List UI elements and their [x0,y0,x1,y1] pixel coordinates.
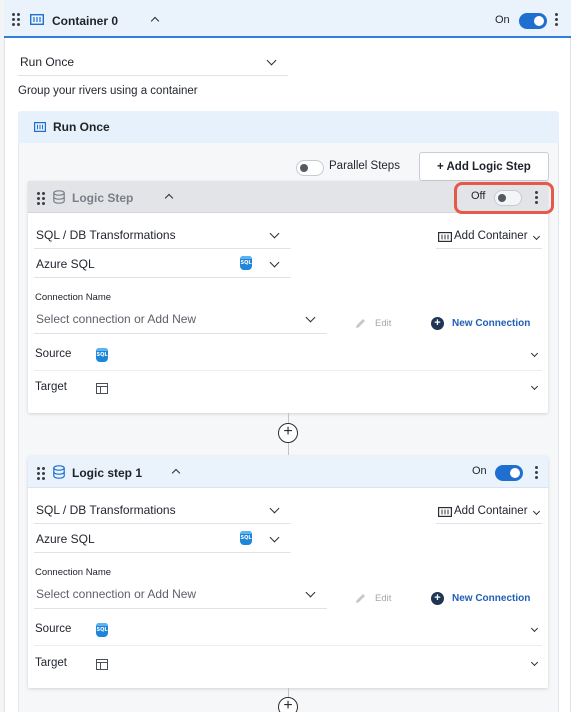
transformation-type-value: SQL / DB Transformations [36,503,176,517]
database-icon [53,190,65,204]
azure-sql-icon: SQL [96,623,108,637]
row-divider [34,645,542,646]
connection-placeholder: Select connection or Add New [36,587,197,601]
add-container-button[interactable]: Add Container [436,504,542,524]
connection-placeholder: Select connection or Add New [36,312,197,326]
parallel-steps-label: Parallel Steps [329,160,400,172]
add-container-label: Add Container [454,505,528,517]
chevron-down-icon [532,232,541,241]
add-step-plus-icon[interactable]: + [278,423,298,443]
add-logic-step-label: + Add Logic Step [437,161,531,173]
container-title: Container 0 [52,14,119,28]
chevron-down-icon [305,312,316,323]
logic-step-enable-toggle[interactable] [494,190,522,206]
source-label: Source [35,348,72,360]
source-label: Source [35,623,72,635]
database-select[interactable]: Azure SQL SQL [34,250,291,278]
pencil-icon [356,319,365,328]
pencil-icon [356,594,365,603]
target-label: Target [35,381,67,393]
run-mode-value: Run Once [20,55,75,69]
chevron-down-icon [532,507,541,516]
logic-step-title: Logic step 1 [72,466,143,480]
azure-sql-icon: SQL [240,256,252,270]
azure-sql-icon: SQL [240,531,252,545]
transformation-type-value: SQL / DB Transformations [36,228,176,242]
source-expand-chevron-icon[interactable] [530,349,539,358]
table-icon [96,659,108,670]
add-container-label: Add Container [454,230,528,242]
logic-step-enable-toggle[interactable] [495,465,523,481]
table-icon [96,383,108,394]
database-select[interactable]: Azure SQL SQL [34,525,291,553]
add-step-plus-icon[interactable]: + [278,697,298,712]
target-expand-chevron-icon[interactable] [530,658,539,667]
kebab-menu-icon[interactable] [534,466,538,479]
run-once-header: Run Once [18,111,559,143]
add-container-button[interactable]: Add Container [436,229,542,249]
connection-name-label: Connection Name [35,292,112,303]
new-connection-button[interactable]: New Connection [452,593,530,604]
container-icon [438,232,452,242]
parallel-steps-toggle[interactable] [296,160,324,176]
collapse-chevron-icon[interactable] [150,16,160,26]
plus-circle-icon: + [431,592,444,605]
container-icon [30,14,44,25]
chevron-down-icon [266,55,277,66]
container-enable-toggle[interactable] [519,13,547,29]
drag-handle-icon[interactable] [37,192,45,205]
connection-select[interactable]: Select connection or Add New [34,306,327,334]
step-state-label: On [472,465,487,477]
container-header: Container 0 On [4,0,571,38]
step-state-label: Off [471,190,486,202]
logic-step-title: Logic Step [72,191,134,205]
database-icon [53,465,65,479]
edit-button[interactable]: Edit [375,318,391,329]
container-description: Group your rivers using a container [18,85,198,97]
edit-button[interactable]: Edit [375,593,391,604]
database-value: Azure SQL [36,257,95,271]
drag-handle-icon[interactable] [12,13,20,26]
target-label: Target [35,657,67,669]
target-expand-chevron-icon[interactable] [530,382,539,391]
kebab-menu-icon[interactable] [554,13,558,26]
chevron-down-icon [305,587,316,598]
plus-circle-icon: + [431,317,444,330]
chevron-down-icon [269,228,280,239]
container-icon [34,122,46,132]
connection-name-label: Connection Name [35,567,112,578]
chevron-down-icon [269,532,280,543]
connection-select[interactable]: Select connection or Add New [34,581,327,609]
logic-step-card: Logic step 1 On SQL / DB Transformations… [28,456,548,688]
container-icon [438,507,452,517]
new-connection-button[interactable]: New Connection [452,318,530,329]
chevron-down-icon [269,257,280,268]
row-divider [34,370,542,371]
logic-step-card: Logic Step Off SQL / DB Transformations … [28,181,554,413]
run-once-title: Run Once [53,120,110,134]
transformation-type-select[interactable]: SQL / DB Transformations [34,221,291,249]
drag-handle-icon[interactable] [37,467,45,480]
azure-sql-icon: SQL [96,348,108,362]
add-logic-step-button[interactable]: + Add Logic Step [419,152,549,181]
kebab-menu-icon[interactable] [534,191,538,204]
run-mode-select[interactable]: Run Once [18,48,288,76]
container-state-label: On [495,14,510,26]
source-expand-chevron-icon[interactable] [530,624,539,633]
transformation-type-select[interactable]: SQL / DB Transformations [34,496,291,524]
database-value: Azure SQL [36,532,95,546]
chevron-down-icon [269,503,280,514]
